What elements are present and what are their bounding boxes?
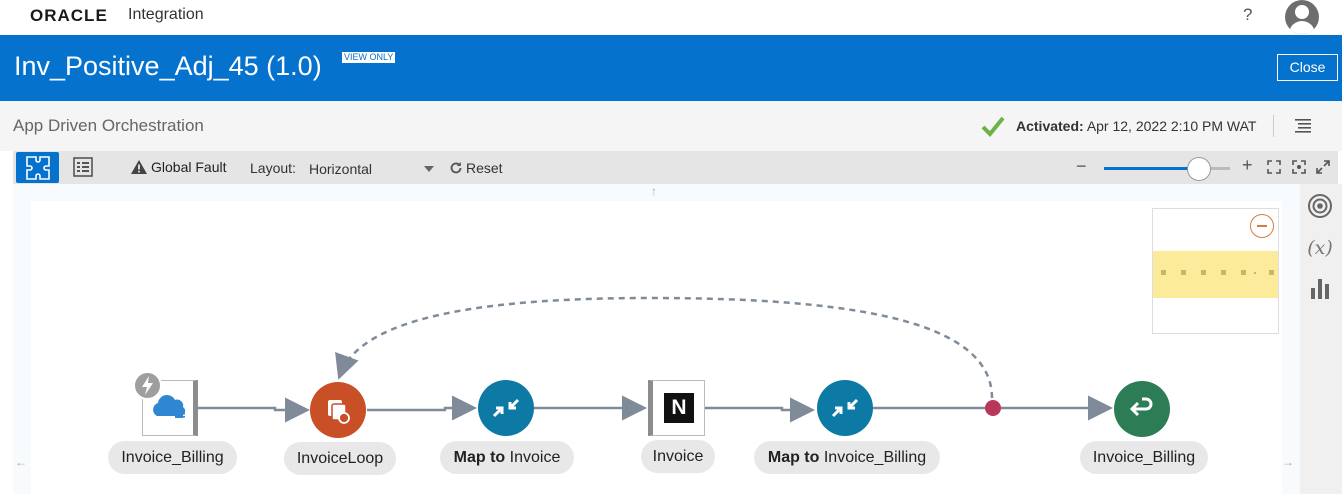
node-label[interactable]: Invoice_Billing xyxy=(1080,441,1208,474)
layout-select[interactable]: Horizontal xyxy=(309,161,439,177)
integration-title: Inv_Positive_Adj_45 (1.0) xyxy=(14,51,322,81)
pan-right-icon[interactable]: → xyxy=(1282,455,1294,469)
fit-to-screen-icon[interactable] xyxy=(1267,160,1281,174)
variables-icon[interactable]: (x) xyxy=(1306,234,1334,262)
node-label-suffix: Invoice_Billing xyxy=(819,449,927,466)
global-header: ORACLE Integration ? xyxy=(0,0,1342,35)
node-label[interactable]: Invoice_Billing xyxy=(108,441,237,474)
netsuite-icon: N xyxy=(664,393,694,423)
chart-icon[interactable] xyxy=(1306,274,1334,302)
layout-label: Layout: xyxy=(250,160,296,176)
zoom-slider[interactable] xyxy=(1104,157,1230,181)
node-label[interactable]: Invoice xyxy=(641,440,715,473)
collapse-minimap-icon[interactable] xyxy=(1250,214,1274,238)
return-node[interactable] xyxy=(1114,381,1170,437)
chevron-down-icon[interactable] xyxy=(424,166,434,172)
zoom-slider-fill xyxy=(1104,167,1199,170)
zoom-out-button[interactable]: − xyxy=(1076,156,1087,177)
close-button[interactable]: Close xyxy=(1277,54,1338,81)
global-fault-label: Global Fault xyxy=(151,159,227,175)
warning-icon xyxy=(131,160,147,174)
for-each-icon xyxy=(328,400,350,424)
view-only-badge: VIEW ONLY xyxy=(342,52,396,63)
zoom-to-fit-icon[interactable] xyxy=(1292,160,1306,174)
right-rail: (x) xyxy=(1300,184,1342,494)
node-label-suffix: Invoice xyxy=(505,449,561,466)
zoom-in-button[interactable]: + xyxy=(1242,155,1253,176)
node-label-prefix: Map to xyxy=(767,449,820,466)
trigger-node[interactable] xyxy=(133,371,198,436)
product-name: Integration xyxy=(128,6,204,23)
global-fault-button[interactable]: Global Fault xyxy=(131,159,226,175)
node-label-prefix: Map to xyxy=(453,449,506,466)
reset-button[interactable]: Reset xyxy=(449,160,503,176)
invoke-node[interactable]: N xyxy=(648,380,705,436)
canvas-view-button[interactable] xyxy=(16,152,59,183)
integration-subheader: App Driven Orchestration Activated: Apr … xyxy=(0,101,1342,151)
activation-status-value: Apr 12, 2022 2:10 PM WAT xyxy=(1086,118,1257,134)
puzzle-icon xyxy=(26,156,50,180)
map-icon xyxy=(492,398,520,418)
oracle-logo: ORACLE xyxy=(30,6,108,25)
user-avatar-icon[interactable] xyxy=(1285,0,1319,34)
minimap-nodes xyxy=(1161,270,1274,275)
zoom-slider-handle[interactable] xyxy=(1186,157,1211,181)
pseudo-view-icon[interactable] xyxy=(73,157,93,177)
map-node[interactable] xyxy=(817,380,873,436)
map-icon xyxy=(831,398,859,418)
return-icon xyxy=(1129,397,1153,417)
node-label[interactable]: Map to Invoice_Billing xyxy=(754,441,940,474)
divider xyxy=(1273,115,1274,137)
for-each-node[interactable] xyxy=(310,382,366,438)
pan-left-icon[interactable]: ← xyxy=(15,455,27,469)
tracking-target-icon[interactable] xyxy=(1306,192,1334,220)
map-node[interactable] xyxy=(478,380,534,436)
canvas-toolbar: Global Fault Layout: Horizontal Reset − … xyxy=(13,151,1338,184)
actions-menu-icon[interactable] xyxy=(1295,119,1311,133)
activation-status-label: Activated: xyxy=(1016,118,1084,134)
node-label[interactable]: InvoiceLoop xyxy=(284,442,396,475)
integration-titlebar: Inv_Positive_Adj_45 (1.0) VIEW ONLY Clos… xyxy=(0,35,1342,101)
help-icon[interactable]: ? xyxy=(1243,5,1252,25)
activation-status: Activated: Apr 12, 2022 2:10 PM WAT xyxy=(1016,118,1256,134)
integration-pattern: App Driven Orchestration xyxy=(13,116,204,135)
check-icon xyxy=(981,116,1005,137)
reset-label: Reset xyxy=(466,160,503,176)
node-label[interactable]: Map to Invoice xyxy=(440,441,574,474)
canvas-minimap[interactable] xyxy=(1152,208,1279,334)
pan-up-icon[interactable]: ↑ xyxy=(651,184,657,198)
reset-icon xyxy=(450,162,462,174)
expand-icon[interactable] xyxy=(1316,160,1330,174)
lightning-icon xyxy=(133,371,162,400)
